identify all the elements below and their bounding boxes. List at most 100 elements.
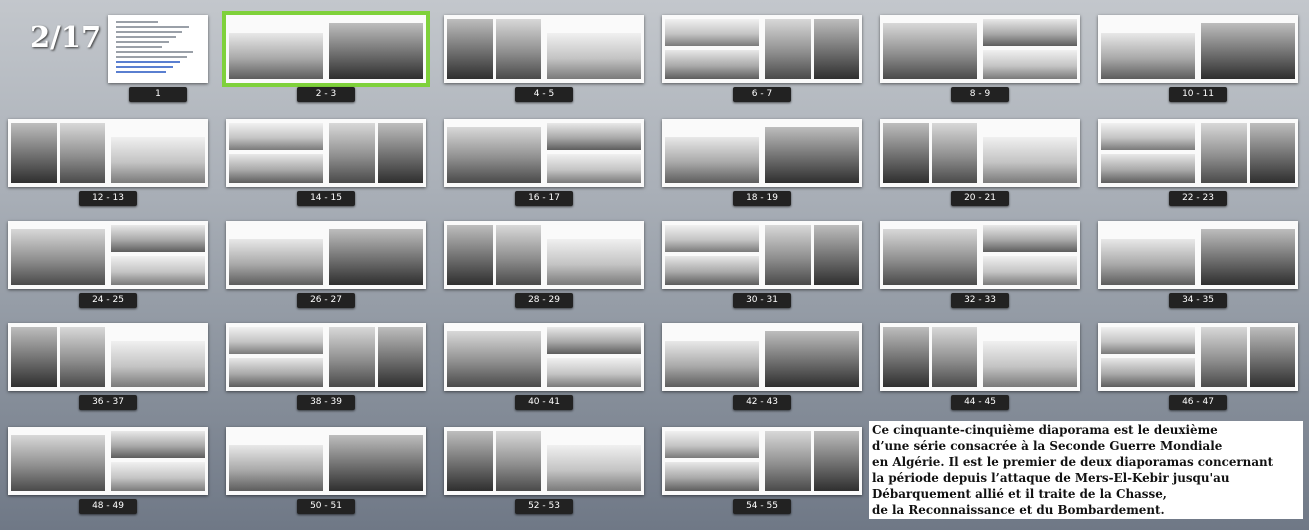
page-thumbnail[interactable] [662,15,862,83]
left-page [8,221,109,289]
page-thumbnail[interactable] [1098,119,1298,187]
photo-placeholder [547,358,641,387]
photo-placeholder [883,123,929,183]
page-thumbnail[interactable] [8,221,208,289]
page-thumbnail[interactable] [662,221,862,289]
right-page [544,119,644,187]
page-thumbnail[interactable] [1098,221,1298,289]
description-line: de la Reconnaissance et du Bombardement. [872,503,1165,517]
page-label[interactable]: 38 - 39 [297,395,355,410]
photo-placeholder [931,327,977,387]
page-label[interactable]: 18 - 19 [733,191,791,206]
left-page [226,427,327,495]
page-label[interactable]: 50 - 51 [297,499,355,514]
right-page [108,221,208,289]
page-label[interactable]: 34 - 35 [1169,293,1227,308]
page-thumbnail[interactable] [662,119,862,187]
page-thumbnail[interactable] [222,11,430,87]
right-page [544,323,644,391]
photo-placeholder [329,435,423,491]
page-label[interactable]: 16 - 17 [515,191,573,206]
page-thumbnail[interactable] [662,323,862,391]
left-page [1098,323,1199,391]
photo-placeholder [983,19,1077,46]
page-label[interactable]: 24 - 25 [79,293,137,308]
page-thumbnail[interactable] [662,427,862,495]
photo-placeholder [229,358,323,387]
page-label[interactable]: 14 - 15 [297,191,355,206]
right-page [762,15,862,83]
page-label[interactable]: 28 - 29 [515,293,573,308]
left-page [8,427,109,495]
photo-placeholder [1249,123,1295,183]
page-thumbnail[interactable] [444,221,644,289]
page-thumbnail[interactable] [444,427,644,495]
page-thumbnail[interactable] [1098,323,1298,391]
left-page [880,15,981,83]
photo-placeholder [447,127,541,183]
left-page [662,323,763,391]
right-page [326,323,426,391]
page-thumbnail[interactable] [108,15,208,83]
right-page [326,427,426,495]
page-thumbnail[interactable] [8,427,208,495]
page-label[interactable]: 22 - 23 [1169,191,1227,206]
photo-placeholder [883,327,929,387]
photo-placeholder [11,229,105,285]
page-label[interactable]: 1 [129,87,187,102]
right-page [108,323,208,391]
page-thumbnail[interactable] [226,323,426,391]
left-page [444,427,545,495]
page-thumbnail[interactable] [444,323,644,391]
right-page [762,119,862,187]
photo-placeholder [665,256,759,285]
photo-placeholder [495,431,541,491]
page-label[interactable]: 44 - 45 [951,395,1009,410]
page-thumbnail[interactable] [1098,15,1298,83]
left-page [1098,15,1199,83]
photo-placeholder [983,225,1077,252]
page-label[interactable]: 32 - 33 [951,293,1009,308]
page-thumbnail[interactable] [880,221,1080,289]
page-label[interactable]: 30 - 31 [733,293,791,308]
page-label[interactable]: 54 - 55 [733,499,791,514]
page-thumbnail[interactable] [226,221,426,289]
page-label[interactable]: 10 - 11 [1169,87,1227,102]
page-thumbnail[interactable] [226,427,426,495]
page-label[interactable]: 46 - 47 [1169,395,1227,410]
photo-placeholder [547,239,641,285]
photo-placeholder [665,50,759,79]
photo-placeholder [447,225,493,285]
page-label[interactable]: 48 - 49 [79,499,137,514]
page-thumbnail[interactable] [880,119,1080,187]
right-page [326,119,426,187]
photo-placeholder [111,462,205,491]
left-page [1098,119,1199,187]
page-label[interactable]: 26 - 27 [297,293,355,308]
page-label[interactable]: 4 - 5 [515,87,573,102]
photo-placeholder [765,19,811,79]
page-label[interactable]: 52 - 53 [515,499,573,514]
page-thumbnail[interactable] [8,323,208,391]
page-thumbnail[interactable] [444,15,644,83]
page-thumbnail[interactable] [226,119,426,187]
page-thumbnail[interactable] [8,119,208,187]
page-label[interactable]: 8 - 9 [951,87,1009,102]
photo-placeholder [813,225,859,285]
page-label[interactable]: 42 - 43 [733,395,791,410]
right-page [544,427,644,495]
page-label[interactable]: 36 - 37 [79,395,137,410]
page-label[interactable]: 2 - 3 [297,87,355,102]
right-page [980,15,1080,83]
page-label[interactable]: 40 - 41 [515,395,573,410]
photo-placeholder [111,137,205,183]
left-page [8,323,109,391]
page-label[interactable]: 20 - 21 [951,191,1009,206]
page-thumbnail[interactable] [880,15,1080,83]
page-label[interactable]: 12 - 13 [79,191,137,206]
photo-placeholder [1101,358,1195,387]
page-thumbnail[interactable] [444,119,644,187]
page-thumbnail[interactable] [880,323,1080,391]
right-page [544,221,644,289]
page-label[interactable]: 6 - 7 [733,87,791,102]
